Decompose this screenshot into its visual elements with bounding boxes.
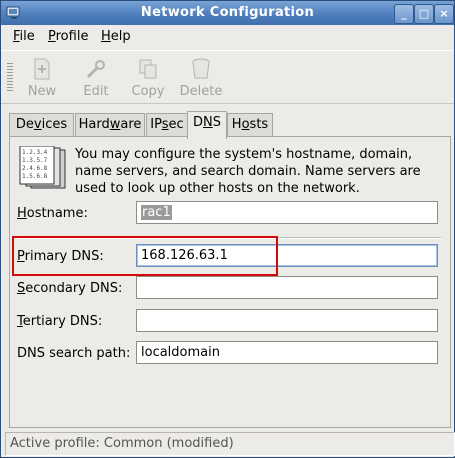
tab-devices-post: ices (41, 117, 68, 132)
title-bar[interactable]: Network Configuration _ □ × (1, 1, 454, 25)
tab-devices[interactable]: Devices (9, 113, 74, 137)
dns-search-path-field[interactable]: localdomain (136, 341, 438, 364)
menu-help-mnemonic: H (101, 29, 111, 44)
tab-ipsec-pre: IP (150, 117, 162, 132)
hostname-field[interactable]: rac1 (136, 201, 438, 224)
tertiary-dns-field[interactable] (136, 309, 438, 332)
tab-hardware-mnemonic: w (109, 117, 121, 132)
menu-profile-mnemonic: P (48, 29, 56, 44)
copy-button[interactable]: Copy (125, 55, 171, 101)
tertiary-dns-label-text: ertiary DNS: (22, 314, 103, 329)
hostname-value: rac1 (141, 205, 172, 220)
network-config-window: Network Configuration _ □ × File Profile… (0, 0, 455, 458)
tab-devices-mnemonic: v (33, 117, 42, 132)
toolbar-grip-handle[interactable] (7, 63, 13, 93)
dns-intro-text: You may configure the system's hostname,… (75, 147, 421, 196)
dns-search-path-value: localdomain (141, 345, 220, 360)
new-label: New (27, 84, 57, 99)
svg-text:1.5.6.8: 1.5.6.8 (22, 173, 48, 180)
tab-ipsec-post: ec (168, 117, 184, 132)
menu-profile[interactable]: Profile (48, 29, 88, 44)
primary-dns-highlight-box (12, 236, 278, 276)
dns-search-path-label: DNS search path: (17, 346, 131, 361)
dns-servers-icon: 1.2.3.4 1.3.5.7 2.4.6.8 1.5.6.8 (19, 146, 66, 189)
delete-button[interactable]: Delete (178, 55, 224, 101)
svg-text:1.2.3.4: 1.2.3.4 (22, 149, 48, 156)
window-title: Network Configuration (140, 5, 315, 20)
menu-help[interactable]: Help (101, 29, 131, 44)
maximize-button[interactable]: □ (414, 4, 434, 24)
menu-help-label: elp (110, 29, 131, 44)
tab-ipsec-mnemonic: s (161, 117, 169, 132)
hostname-label-mnemonic: H (17, 206, 27, 221)
tab-hosts[interactable]: Hosts (227, 113, 273, 137)
hostname-label-text: ostname: (26, 206, 88, 221)
svg-text:1.3.5.7: 1.3.5.7 (22, 157, 48, 164)
tab-hosts-mnemonic: o (241, 117, 250, 132)
menu-file-label: ile (19, 29, 35, 44)
secondary-dns-field[interactable] (136, 276, 438, 299)
menu-profile-label: rofile (55, 29, 89, 44)
status-bar: Active profile: Common (modified) (5, 432, 455, 456)
tab-hardware-post: are (120, 117, 142, 132)
menu-file[interactable]: File (13, 29, 35, 44)
delete-icon (192, 58, 210, 79)
tab-dns-mnemonic: N (203, 115, 213, 130)
edit-button[interactable]: Edit (73, 55, 119, 101)
minimize-button[interactable]: _ (394, 4, 414, 24)
tab-hardware[interactable]: Hardware (75, 113, 145, 137)
status-text: Active profile: Common (modified) (10, 436, 234, 451)
tab-dns-post: S (212, 115, 221, 130)
secondary-dns-label-text: econdary DNS: (25, 281, 123, 296)
menu-bar: File Profile Help (1, 25, 454, 49)
close-button[interactable]: × (434, 4, 454, 24)
toolbar: New Edit Copy Delete (1, 50, 454, 104)
tab-ipsec[interactable]: IPsec (146, 113, 188, 137)
tab-hosts-post: sts (249, 117, 269, 132)
tertiary-dns-label: Tertiary DNS: (17, 314, 102, 329)
delete-label: Delete (179, 84, 223, 99)
svg-text:2.4.6.8: 2.4.6.8 (22, 165, 48, 172)
secondary-dns-label: Secondary DNS: (17, 281, 122, 296)
hostname-label: Hostname: (17, 206, 88, 221)
tab-dns[interactable]: DNS (187, 111, 227, 139)
new-icon (34, 58, 50, 80)
tab-dns-pre: D (192, 115, 203, 130)
new-button[interactable]: New (19, 55, 65, 101)
copy-icon (139, 59, 157, 79)
tab-hosts-pre: H (231, 117, 242, 132)
copy-label: Copy (131, 84, 165, 99)
tab-devices-pre: De (15, 117, 34, 132)
tab-hardware-pre: Hard (78, 117, 110, 132)
edit-label: Edit (83, 84, 109, 99)
edit-icon (86, 60, 105, 79)
